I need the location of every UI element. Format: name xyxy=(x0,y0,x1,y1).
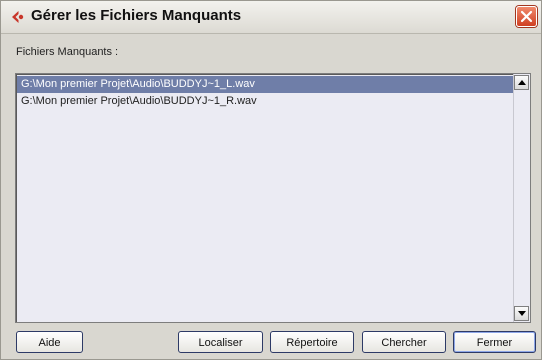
close-icon xyxy=(520,10,533,23)
scroll-down-button[interactable] xyxy=(514,306,529,321)
folder-button[interactable]: Répertoire xyxy=(270,331,354,353)
arrow-up-icon xyxy=(518,80,526,85)
locate-button[interactable]: Localiser xyxy=(178,331,263,353)
missing-files-list[interactable]: G:\Mon premier Projet\Audio\BUDDYJ~1_L.w… xyxy=(15,73,531,323)
search-button[interactable]: Chercher xyxy=(362,331,446,353)
list-item[interactable]: G:\Mon premier Projet\Audio\BUDDYJ~1_R.w… xyxy=(17,93,513,110)
scroll-up-button[interactable] xyxy=(514,75,529,90)
vertical-scrollbar[interactable] xyxy=(513,74,530,322)
cubase-logo-icon xyxy=(12,11,24,23)
list-item[interactable]: G:\Mon premier Projet\Audio\BUDDYJ~1_L.w… xyxy=(17,76,513,93)
missing-files-label: Fichiers Manquants : xyxy=(16,46,119,58)
close-button[interactable]: Fermer xyxy=(453,331,536,353)
missing-files-dialog: Gérer les Fichiers Manquants Fichiers Ma… xyxy=(0,0,542,360)
help-button[interactable]: Aide xyxy=(16,331,83,353)
close-window-button[interactable] xyxy=(516,6,537,27)
arrow-down-icon xyxy=(518,311,526,316)
dialog-title: Gérer les Fichiers Manquants xyxy=(31,7,242,24)
title-bar[interactable]: Gérer les Fichiers Manquants xyxy=(1,1,541,34)
